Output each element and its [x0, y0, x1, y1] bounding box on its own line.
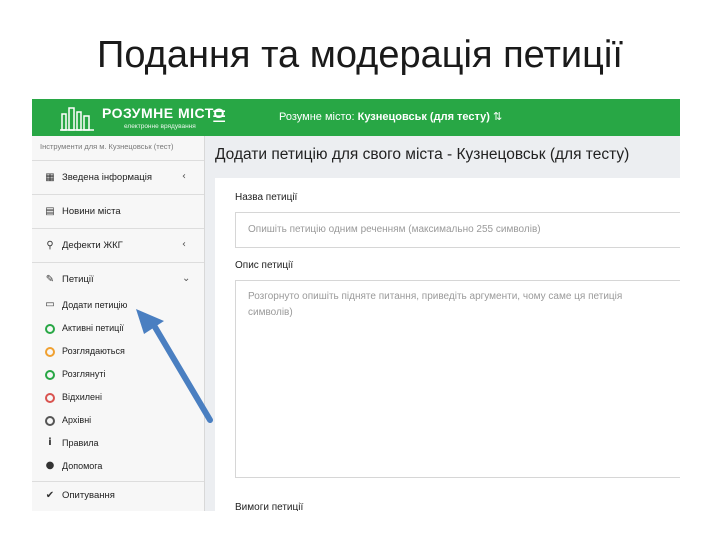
pointer-arrow-shaft [149, 319, 213, 423]
pointer-arrow [136, 309, 213, 423]
